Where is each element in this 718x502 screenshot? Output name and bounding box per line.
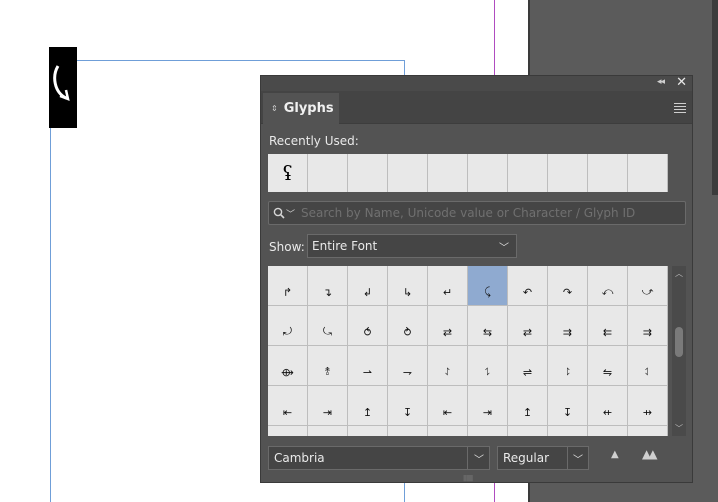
glyph-cell[interactable]: ⥌ [428,346,468,386]
glyph-cell[interactable]: ⥑ [628,346,668,386]
glyph-cell[interactable]: ⇥ [308,386,348,426]
glyph-cell[interactable]: ↲ [348,266,388,306]
font-style-value: Regular [503,451,550,465]
recent-glyph-cell[interactable] [428,154,468,192]
recent-glyph-cell[interactable] [548,154,588,192]
glyph-grid-scrollbar[interactable]: ︿ ﹀ [672,266,686,436]
close-icon[interactable]: ✕ [676,75,687,90]
glyph-cell[interactable]: ⇷ [588,386,628,426]
glyph-cell[interactable]: ↧ [548,386,588,426]
scroll-thumb[interactable] [675,327,683,357]
glyph-cell[interactable]: ⇸ [628,386,668,426]
chevron-down-icon: ﹀ [573,455,583,466]
search-input[interactable] [301,206,682,220]
tab-label: Glyphs [283,101,334,116]
recently-used-row: ʢ [268,154,668,192]
glyph-cell[interactable]: ⇄ [508,306,548,346]
scroll-down-icon[interactable]: ﹀ [675,423,683,434]
glyph-cell[interactable]: ↥ [508,386,548,426]
recent-glyph-cell[interactable] [588,154,628,192]
glyph-cell[interactable]: ⇌ [508,346,548,386]
glyph-cell[interactable] [548,426,588,436]
glyph-grid: ↱ ↴ ↲ ↳ ↵ ⤹ ↶ ↷ ⤺ ⤻ ⤾ ⤿ ⥀ ⥁ ⇄ ⇆ ⇄ ⇉ ⇇ ⇉ ⟴ ⥉ ⇀ ⇁ ⥌ ⥍ ⇌ ⥏ ⇋ ⥑ ⇤ ⇥ ↥ ↧ ⇤ ⇥ ↥ ↧ ⇷ ⇸ [268,266,670,436]
glyph-cell[interactable] [428,426,468,436]
show-dropdown[interactable]: Entire Font ﹀ [307,234,517,258]
glyph-cell[interactable]: ⇉ [628,306,668,346]
glyph-cell[interactable]: ⤿ [308,306,348,346]
glyph-cell[interactable]: ⤻ [628,266,668,306]
chevron-down-icon[interactable]: ﹀ [286,207,295,220]
glyph-cell[interactable]: ↱ [268,266,308,306]
glyph-cell[interactable]: ⇉ [548,306,588,346]
text-frame[interactable] [49,47,77,128]
recent-glyph-cell[interactable]: ʢ [268,154,308,192]
glyph-cell[interactable] [508,426,548,436]
chevron-down-icon: ﹀ [499,243,509,254]
show-label: Show: [269,240,305,254]
decrease-size-icon[interactable]: ▲ [611,449,619,460]
recent-glyph-cell[interactable] [628,154,668,192]
search-icon[interactable] [273,207,285,219]
recent-glyph-cell[interactable] [468,154,508,192]
glyph-cell[interactable] [268,426,308,436]
recent-glyph-cell[interactable] [508,154,548,192]
glyph-cell[interactable]: ⤹ [468,266,508,306]
font-style-dropdown[interactable]: Regular ﹀ [497,446,589,470]
recent-glyph-cell[interactable] [388,154,428,192]
panel-menu-icon[interactable] [674,103,686,115]
tab-arrows-icon: ⇕ [271,104,278,113]
glyph-cell[interactable]: ⟴ [268,346,308,386]
glyph-cell[interactable] [628,426,668,436]
glyph-cell[interactable]: ⇄ [428,306,468,346]
increase-size-icon[interactable]: ▲▲ [642,447,658,461]
glyph-cell[interactable]: ⇥ [468,386,508,426]
glyph-cell[interactable]: ⥉ [308,346,348,386]
glyph-cell[interactable]: ⇤ [268,386,308,426]
glyph-cell[interactable]: ↧ [388,386,428,426]
glyph-cell[interactable]: ⇀ [348,346,388,386]
glyph-cell[interactable]: ⇆ [468,306,508,346]
glyph-cell[interactable]: ↷ [548,266,588,306]
font-family-value: Cambria [274,451,325,465]
glyph-cell[interactable]: ↶ [508,266,548,306]
show-value: Entire Font [312,239,378,253]
glyph-cell[interactable]: ↳ [388,266,428,306]
glyphs-panel: ◂◂ ✕ ⇕ Glyphs Recently Used: ʢ ﹀ Show: E… [260,75,693,483]
resize-grip-icon[interactable]: ||||||||| [463,475,473,482]
glyph-cell[interactable] [468,426,508,436]
curved-arrow-glyph [53,65,70,101]
glyph-cell[interactable]: ⤾ [268,306,308,346]
glyph-cell[interactable]: ⇋ [588,346,628,386]
glyph-cell[interactable]: ⥍ [468,346,508,386]
glyph-cell[interactable]: ⇇ [588,306,628,346]
panel-title-bar[interactable]: ◂◂ ✕ [261,75,692,91]
glyph-cell[interactable]: ⥁ [388,306,428,346]
glyph-cell[interactable]: ↴ [308,266,348,306]
pasteboard-scrollbar[interactable] [712,0,718,195]
glyph-cell[interactable]: ↵ [428,266,468,306]
glyph-cell[interactable]: ⥀ [348,306,388,346]
glyph-cell[interactable]: ⇁ [388,346,428,386]
glyph-cell[interactable] [308,426,348,436]
glyph-cell[interactable]: ⤺ [588,266,628,306]
glyph-cell[interactable]: ⇤ [428,386,468,426]
glyph-cell[interactable] [348,426,388,436]
glyph-cell[interactable]: ↥ [348,386,388,426]
font-family-dropdown[interactable]: Cambria ﹀ [268,446,490,470]
tab-glyphs[interactable]: ⇕ Glyphs [263,93,339,124]
glyph-cell[interactable]: ⥏ [548,346,588,386]
recently-used-label: Recently Used: [269,134,359,148]
recent-glyph-cell[interactable] [348,154,388,192]
panel-tab-row: ⇕ Glyphs [261,91,692,124]
search-field[interactable]: ﹀ [268,201,686,225]
chevron-down-icon: ﹀ [474,455,484,466]
recent-glyph-cell[interactable] [308,154,348,192]
scroll-up-icon[interactable]: ︿ [675,268,683,279]
glyph-cell[interactable] [388,426,428,436]
glyph-cell[interactable] [588,426,628,436]
collapse-icon[interactable]: ◂◂ [657,77,665,87]
